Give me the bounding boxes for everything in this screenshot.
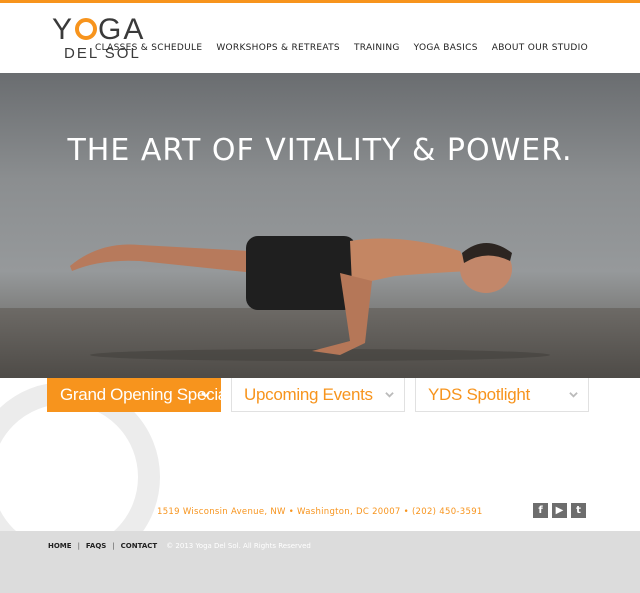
facebook-icon[interactable]: f — [533, 503, 548, 518]
nav-about-studio[interactable]: ABOUT OUR STUDIO — [492, 43, 588, 53]
tab-grand-opening-special[interactable]: Grand Opening Special — [47, 378, 231, 412]
footer-link-contact[interactable]: CONTACT — [121, 542, 158, 550]
tab-label: YDS Spotlight — [428, 384, 530, 404]
tab-label: Upcoming Events — [244, 384, 373, 404]
header: Y GA DEL SOL CLASSES & SCHEDULE WORKSHOPS… — [0, 3, 640, 73]
copyright-text: © 2013 Yoga Del Sol. All Rights Reserved — [166, 542, 311, 550]
footer-link-home[interactable]: HOME — [48, 542, 72, 550]
hero-banner: THE ART OF VITALITY & POWER. — [0, 73, 640, 378]
main-nav: CLASSES & SCHEDULE WORKSHOPS & RETREATS … — [95, 43, 588, 53]
hero-headline: THE ART OF VITALITY & POWER. — [67, 133, 573, 168]
footer: HOME | FAQS | CONTACT © 2013 Yoga Del So… — [0, 531, 640, 593]
chevron-down-icon — [201, 392, 210, 398]
nav-classes-schedule[interactable]: CLASSES & SCHEDULE — [95, 43, 202, 53]
studio-address: 1519 Wisconsin Avenue, NW • Washington, … — [157, 507, 483, 517]
nav-workshops-retreats[interactable]: WORKSHOPS & RETREATS — [216, 43, 340, 53]
tab-upcoming-events[interactable]: Upcoming Events — [231, 378, 405, 412]
footer-link-faqs[interactable]: FAQS — [86, 542, 106, 550]
youtube-icon[interactable]: ▶ — [552, 503, 567, 518]
chevron-down-icon — [569, 392, 578, 398]
logo-sun-icon — [75, 18, 98, 40]
chevron-down-icon — [385, 392, 394, 398]
footer-separator: | — [77, 542, 80, 550]
twitter-icon[interactable]: t — [571, 503, 586, 518]
tab-yds-spotlight[interactable]: YDS Spotlight — [415, 378, 589, 412]
feature-tabs: Grand Opening Special Upcoming Events YD… — [47, 378, 592, 412]
footer-separator: | — [112, 542, 115, 550]
logo-wordmark: Y GA — [52, 13, 146, 46]
footer-links: HOME | FAQS | CONTACT © 2013 Yoga Del So… — [48, 542, 311, 550]
site-logo[interactable]: Y GA DEL SOL — [52, 15, 152, 63]
yoga-pose-image — [70, 236, 550, 361]
social-links: f ▶ t — [533, 503, 586, 518]
nav-training[interactable]: TRAINING — [354, 43, 400, 53]
nav-yoga-basics[interactable]: YOGA BASICS — [414, 43, 478, 53]
